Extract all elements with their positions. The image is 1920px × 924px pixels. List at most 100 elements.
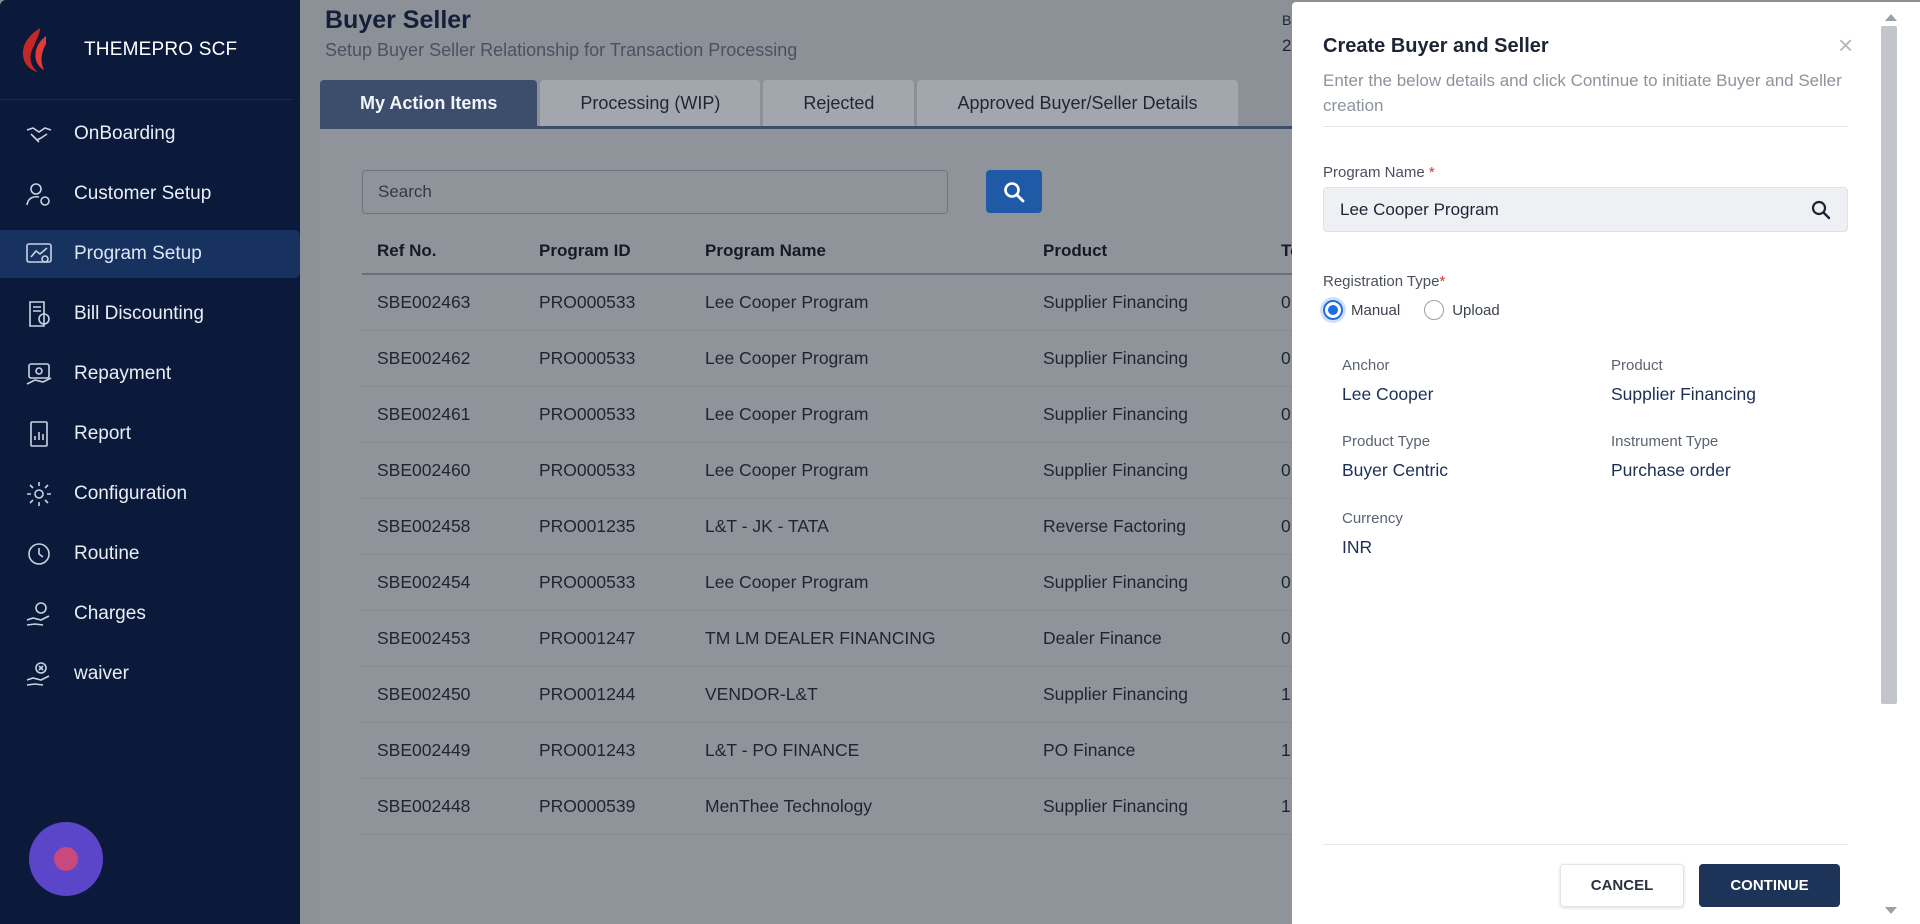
registration-type-label: Registration Type* <box>1323 273 1445 290</box>
cell-product: PO Finance <box>1043 740 1136 760</box>
sidebar-item-configuration[interactable]: Configuration <box>0 470 300 518</box>
anchor-value: Lee Cooper <box>1342 384 1434 404</box>
required-mark: * <box>1439 273 1446 290</box>
scroll-down-arrow-icon[interactable] <box>1885 907 1897 914</box>
cell-product: Supplier Financing <box>1043 796 1188 816</box>
cell-ref-no: SBE002460 <box>377 460 471 480</box>
cancel-button[interactable]: CANCEL <box>1560 864 1684 907</box>
cell-program-name: Lee Cooper Program <box>705 572 869 592</box>
cell-program-id: PRO001247 <box>539 628 636 648</box>
cell-program-id: PRO000533 <box>539 460 636 480</box>
cell-program-id: PRO001235 <box>539 516 636 536</box>
sidebar-item-repayment[interactable]: Repayment <box>0 350 300 398</box>
radio-manual[interactable] <box>1323 300 1343 320</box>
table-row[interactable]: SBE002449 PRO001243 L&T - PO FINANCE PO … <box>362 723 1292 779</box>
sidebar-item-routine[interactable]: Routine <box>0 530 300 578</box>
sidebar-item-onboarding[interactable]: OnBoarding <box>0 110 300 158</box>
sidebar-item-customer-setup[interactable]: Customer Setup <box>0 170 300 218</box>
tab-my-action-items[interactable]: My Action Items <box>320 80 538 126</box>
cell-ref-no: SBE002454 <box>377 572 471 592</box>
cell-product: Dealer Finance <box>1043 628 1162 648</box>
continue-button[interactable]: CONTINUE <box>1699 864 1840 907</box>
table-row[interactable]: SBE002463 PRO000533 Lee Cooper Program S… <box>362 275 1292 331</box>
table-row[interactable]: SBE002461 PRO000533 Lee Cooper Program S… <box>362 387 1292 443</box>
cell-program-name: TM LM DEALER FINANCING <box>705 628 936 648</box>
program-name-label: Program Name * <box>1323 164 1435 181</box>
table-row[interactable]: SBE002454 PRO000533 Lee Cooper Program S… <box>362 555 1292 611</box>
table-row[interactable]: SBE002458 PRO001235 L&T - JK - TATA Reve… <box>362 499 1292 555</box>
tab-rejected[interactable]: Rejected <box>763 80 915 126</box>
gear-icon <box>24 479 54 509</box>
sidebar-item-waiver[interactable]: waiver <box>0 650 300 698</box>
col-product[interactable]: Product <box>1028 241 1266 261</box>
cell-program-id: PRO000533 <box>539 292 636 312</box>
sidebar-item-label: Configuration <box>74 483 188 504</box>
currency-label: Currency <box>1342 510 1403 527</box>
sidebar: THEMEPRO SCF OnBoarding Customer Setup P… <box>0 0 300 924</box>
scrollbar-thumb[interactable] <box>1881 26 1897 704</box>
search-input[interactable] <box>362 170 948 214</box>
search-button[interactable] <box>986 170 1042 213</box>
tab-bar: My Action Items Processing (WIP) Rejecte… <box>320 80 1241 128</box>
col-program-id[interactable]: Program ID <box>524 241 690 261</box>
table-header: Ref No. Program ID Program Name Product … <box>362 229 1292 275</box>
cell-product: Supplier Financing <box>1043 404 1188 424</box>
footer-divider <box>1323 844 1848 845</box>
sidebar-item-label: Customer Setup <box>74 183 212 204</box>
col-truncated[interactable]: To <box>1266 241 1292 261</box>
table-row[interactable]: SBE002450 PRO001244 VENDOR-L&T Supplier … <box>362 667 1292 723</box>
search-icon[interactable] <box>1811 200 1831 220</box>
cell-ref-no: SBE002458 <box>377 516 471 536</box>
cell-program-name: L&T - JK - TATA <box>705 516 829 536</box>
col-ref-no[interactable]: Ref No. <box>362 241 524 261</box>
cell-ref-no: SBE002448 <box>377 796 471 816</box>
tab-approved-details[interactable]: Approved Buyer/Seller Details <box>917 80 1238 126</box>
cell-program-id: PRO001243 <box>539 740 636 760</box>
report-icon <box>24 419 54 449</box>
product-type-label: Product Type <box>1342 433 1431 450</box>
table-row[interactable]: SBE002460 PRO000533 Lee Cooper Program S… <box>362 443 1292 499</box>
header-corner-label: B <box>1282 12 1292 28</box>
divider <box>1323 126 1848 127</box>
cell-product: Supplier Financing <box>1043 292 1188 312</box>
radio-manual-label[interactable]: Manual <box>1351 302 1400 319</box>
product-value: Supplier Financing <box>1611 384 1756 404</box>
radio-upload[interactable] <box>1424 300 1445 320</box>
cell-ref-no: SBE002453 <box>377 628 471 648</box>
col-program-name[interactable]: Program Name <box>690 241 1028 261</box>
cell-truncated: 0 <box>1281 572 1291 592</box>
sidebar-item-label: Bill Discounting <box>74 303 204 324</box>
scroll-up-arrow-icon[interactable] <box>1885 14 1897 21</box>
required-mark: * <box>1428 164 1435 181</box>
sidebar-item-label: OnBoarding <box>74 123 176 144</box>
table-row[interactable]: SBE002453 PRO001247 TM LM DEALER FINANCI… <box>362 611 1292 667</box>
cell-ref-no: SBE002463 <box>377 292 471 312</box>
sidebar-item-label: waiver <box>74 663 129 684</box>
instrument-type-label: Instrument Type <box>1611 433 1719 450</box>
cell-truncated: 1 <box>1281 796 1291 816</box>
drawer-description: Enter the below details and click Contin… <box>1323 71 1842 115</box>
tab-panel: Ref No. Program ID Program Name Product … <box>320 129 1292 924</box>
close-icon[interactable]: × <box>1838 30 1853 61</box>
cell-ref-no: SBE002462 <box>377 348 471 368</box>
assistant-fab-button[interactable] <box>29 822 103 896</box>
sidebar-item-program-setup[interactable]: Program Setup <box>0 230 300 278</box>
cell-truncated: 1 <box>1281 740 1291 760</box>
page-title: Buyer Seller <box>325 6 471 34</box>
sidebar-item-report[interactable]: Report <box>0 410 300 458</box>
cell-program-name: Lee Cooper Program <box>705 404 869 424</box>
brand-logo-icon <box>22 27 46 72</box>
sidebar-item-charges[interactable]: Charges <box>0 590 300 638</box>
table-row[interactable]: SBE002462 PRO000533 Lee Cooper Program S… <box>362 331 1292 387</box>
program-name-field[interactable]: Lee Cooper Program <box>1323 187 1848 232</box>
drawer-title: Create Buyer and Seller <box>1323 35 1549 57</box>
cell-program-name: VENDOR-L&T <box>705 684 818 704</box>
table-row[interactable]: SBE002448 PRO000539 MenThee Technology S… <box>362 779 1292 835</box>
cell-program-name: L&T - PO FINANCE <box>705 740 860 760</box>
sidebar-item-bill-discounting[interactable]: Bill Discounting <box>0 290 300 338</box>
brand: THEMEPRO SCF <box>0 0 300 100</box>
tab-processing-wip[interactable]: Processing (WIP) <box>540 80 761 126</box>
handshake-icon <box>24 119 54 149</box>
search-icon <box>1004 181 1025 202</box>
radio-upload-label[interactable]: Upload <box>1452 302 1500 319</box>
